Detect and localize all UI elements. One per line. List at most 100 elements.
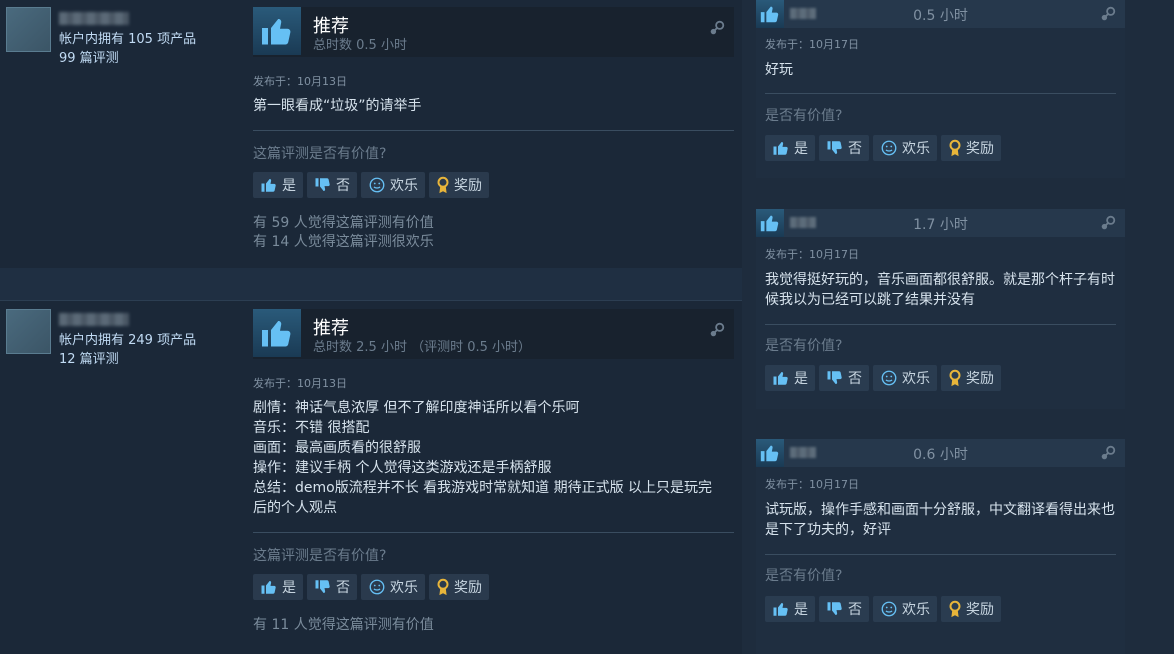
steam-icon <box>710 322 725 337</box>
award-label: 奖励 <box>966 371 994 387</box>
vote-yes-label: 是 <box>282 580 296 596</box>
posted-date: 发布于：10月17日 <box>765 248 859 261</box>
separator <box>765 554 1116 555</box>
vote-no-label: 否 <box>848 141 862 157</box>
recommendation-header[interactable]: 推荐 总时数 0.5 小时 <box>253 7 734 57</box>
steam-icon <box>1101 215 1116 230</box>
recommendation-header[interactable]: 推荐 总时数 2.5 小时 （评测时 0.5 小时） <box>253 309 734 359</box>
username-redacted[interactable] <box>59 12 129 25</box>
award-label: 奖励 <box>454 580 482 596</box>
vote-no-button[interactable]: 否 <box>307 574 357 600</box>
vote-funny-label: 欢乐 <box>902 141 930 157</box>
steam-icon <box>1101 445 1116 460</box>
vote-no-button[interactable]: 否 <box>307 172 357 198</box>
vote-buttons: 是 否 欢乐 奖励 <box>253 172 489 198</box>
thumbs-down-icon <box>827 602 842 615</box>
separator <box>253 532 734 533</box>
vote-no-label: 否 <box>848 602 862 618</box>
separator <box>765 324 1116 325</box>
thumbs-up-icon <box>261 581 276 594</box>
separator <box>765 93 1116 94</box>
helpful-question: 这篇评测是否有价值? <box>253 146 387 162</box>
side-review-header[interactable]: 0.5 小时 <box>756 0 1125 28</box>
award-icon <box>437 176 449 194</box>
review-count[interactable]: 99 篇评测 <box>59 49 119 68</box>
vote-buttons: 是 否 欢乐 奖励 <box>765 365 1001 391</box>
vote-funny-button[interactable]: 欢乐 <box>873 365 937 391</box>
products-owned[interactable]: 帐户内拥有 249 项产品 <box>59 331 196 350</box>
thumbs-up-icon <box>773 372 788 385</box>
vote-yes-button[interactable]: 是 <box>765 596 815 622</box>
thumbs-down-icon <box>827 141 842 154</box>
separator <box>253 130 734 131</box>
side-review-header[interactable]: 0.6 小时 <box>756 439 1125 467</box>
posted-date: 发布于：10月13日 <box>253 377 347 390</box>
smiley-icon <box>881 140 897 156</box>
avatar[interactable] <box>6 7 51 52</box>
thumbs-up-icon <box>773 603 788 616</box>
vote-no-button[interactable]: 否 <box>819 365 869 391</box>
smiley-icon <box>881 370 897 386</box>
vote-funny-button[interactable]: 欢乐 <box>361 574 425 600</box>
smiley-icon <box>369 177 385 193</box>
playtime: 0.6 小时 <box>913 447 968 463</box>
helpful-count: 有 11 人觉得这篇评测有价值 <box>253 617 434 633</box>
vote-no-button[interactable]: 否 <box>819 596 869 622</box>
award-icon <box>949 369 961 387</box>
award-button[interactable]: 奖励 <box>941 365 1001 391</box>
vote-funny-label: 欢乐 <box>390 178 418 194</box>
helpful-question: 是否有价值? <box>765 568 843 584</box>
vote-funny-label: 欢乐 <box>902 371 930 387</box>
smiley-icon <box>881 601 897 617</box>
vote-funny-label: 欢乐 <box>902 602 930 618</box>
funny-count: 有 14 人觉得这篇评测很欢乐 <box>253 234 434 250</box>
review-count[interactable]: 12 篇评测 <box>59 350 119 369</box>
vote-yes-label: 是 <box>282 178 296 194</box>
vote-yes-button[interactable]: 是 <box>253 172 303 198</box>
products-owned[interactable]: 帐户内拥有 105 项产品 <box>59 30 196 49</box>
vote-funny-button[interactable]: 欢乐 <box>361 172 425 198</box>
username-redacted[interactable] <box>59 313 129 326</box>
award-button[interactable]: 奖励 <box>941 135 1001 161</box>
helpful-question: 这篇评测是否有价值? <box>253 548 387 564</box>
helpful-question: 是否有价值? <box>765 338 843 354</box>
vote-yes-button[interactable]: 是 <box>765 365 815 391</box>
award-button[interactable]: 奖励 <box>429 172 489 198</box>
vote-buttons: 是 否 欢乐 奖励 <box>253 574 489 600</box>
vote-yes-button[interactable]: 是 <box>253 574 303 600</box>
thumbs-up-icon <box>253 309 301 357</box>
vote-no-label: 否 <box>336 178 350 194</box>
vote-buttons: 是 否 欢乐 奖励 <box>765 596 1001 622</box>
award-icon <box>437 578 449 596</box>
vote-yes-label: 是 <box>794 371 808 387</box>
award-label: 奖励 <box>966 602 994 618</box>
side-review-header[interactable]: 1.7 小时 <box>756 209 1125 237</box>
playtime: 1.7 小时 <box>913 217 968 233</box>
card-body-bg <box>756 467 1125 654</box>
thumbs-up-icon <box>253 7 301 55</box>
vote-buttons: 是 否 欢乐 奖励 <box>765 135 1001 161</box>
vote-yes-label: 是 <box>794 602 808 618</box>
award-button[interactable]: 奖励 <box>941 596 1001 622</box>
vote-yes-button[interactable]: 是 <box>765 135 815 161</box>
award-label: 奖励 <box>966 141 994 157</box>
thumbs-down-icon <box>315 178 330 191</box>
posted-date: 发布于：10月17日 <box>765 478 859 491</box>
thumbs-up-icon <box>773 142 788 155</box>
smiley-icon <box>369 579 385 595</box>
award-icon <box>949 600 961 618</box>
review-body: 好玩 <box>765 62 793 78</box>
thumbs-down-icon <box>827 371 842 384</box>
review-body: 剧情：神话气息浓厚 但不了解印度神话所以看个乐呵 音乐：不错 很搭配 画面：最高… <box>253 400 713 516</box>
review-divider <box>0 268 742 301</box>
vote-no-button[interactable]: 否 <box>819 135 869 161</box>
avatar[interactable] <box>6 309 51 354</box>
award-button[interactable]: 奖励 <box>429 574 489 600</box>
steam-icon <box>1101 6 1116 21</box>
vote-funny-button[interactable]: 欢乐 <box>873 596 937 622</box>
vote-funny-label: 欢乐 <box>390 580 418 596</box>
helpful-count: 有 59 人觉得这篇评测有价值 <box>253 215 434 231</box>
playtime: 0.5 小时 <box>913 8 968 24</box>
vote-funny-button[interactable]: 欢乐 <box>873 135 937 161</box>
review-body: 第一眼看成“垃圾”的请举手 <box>253 98 422 114</box>
